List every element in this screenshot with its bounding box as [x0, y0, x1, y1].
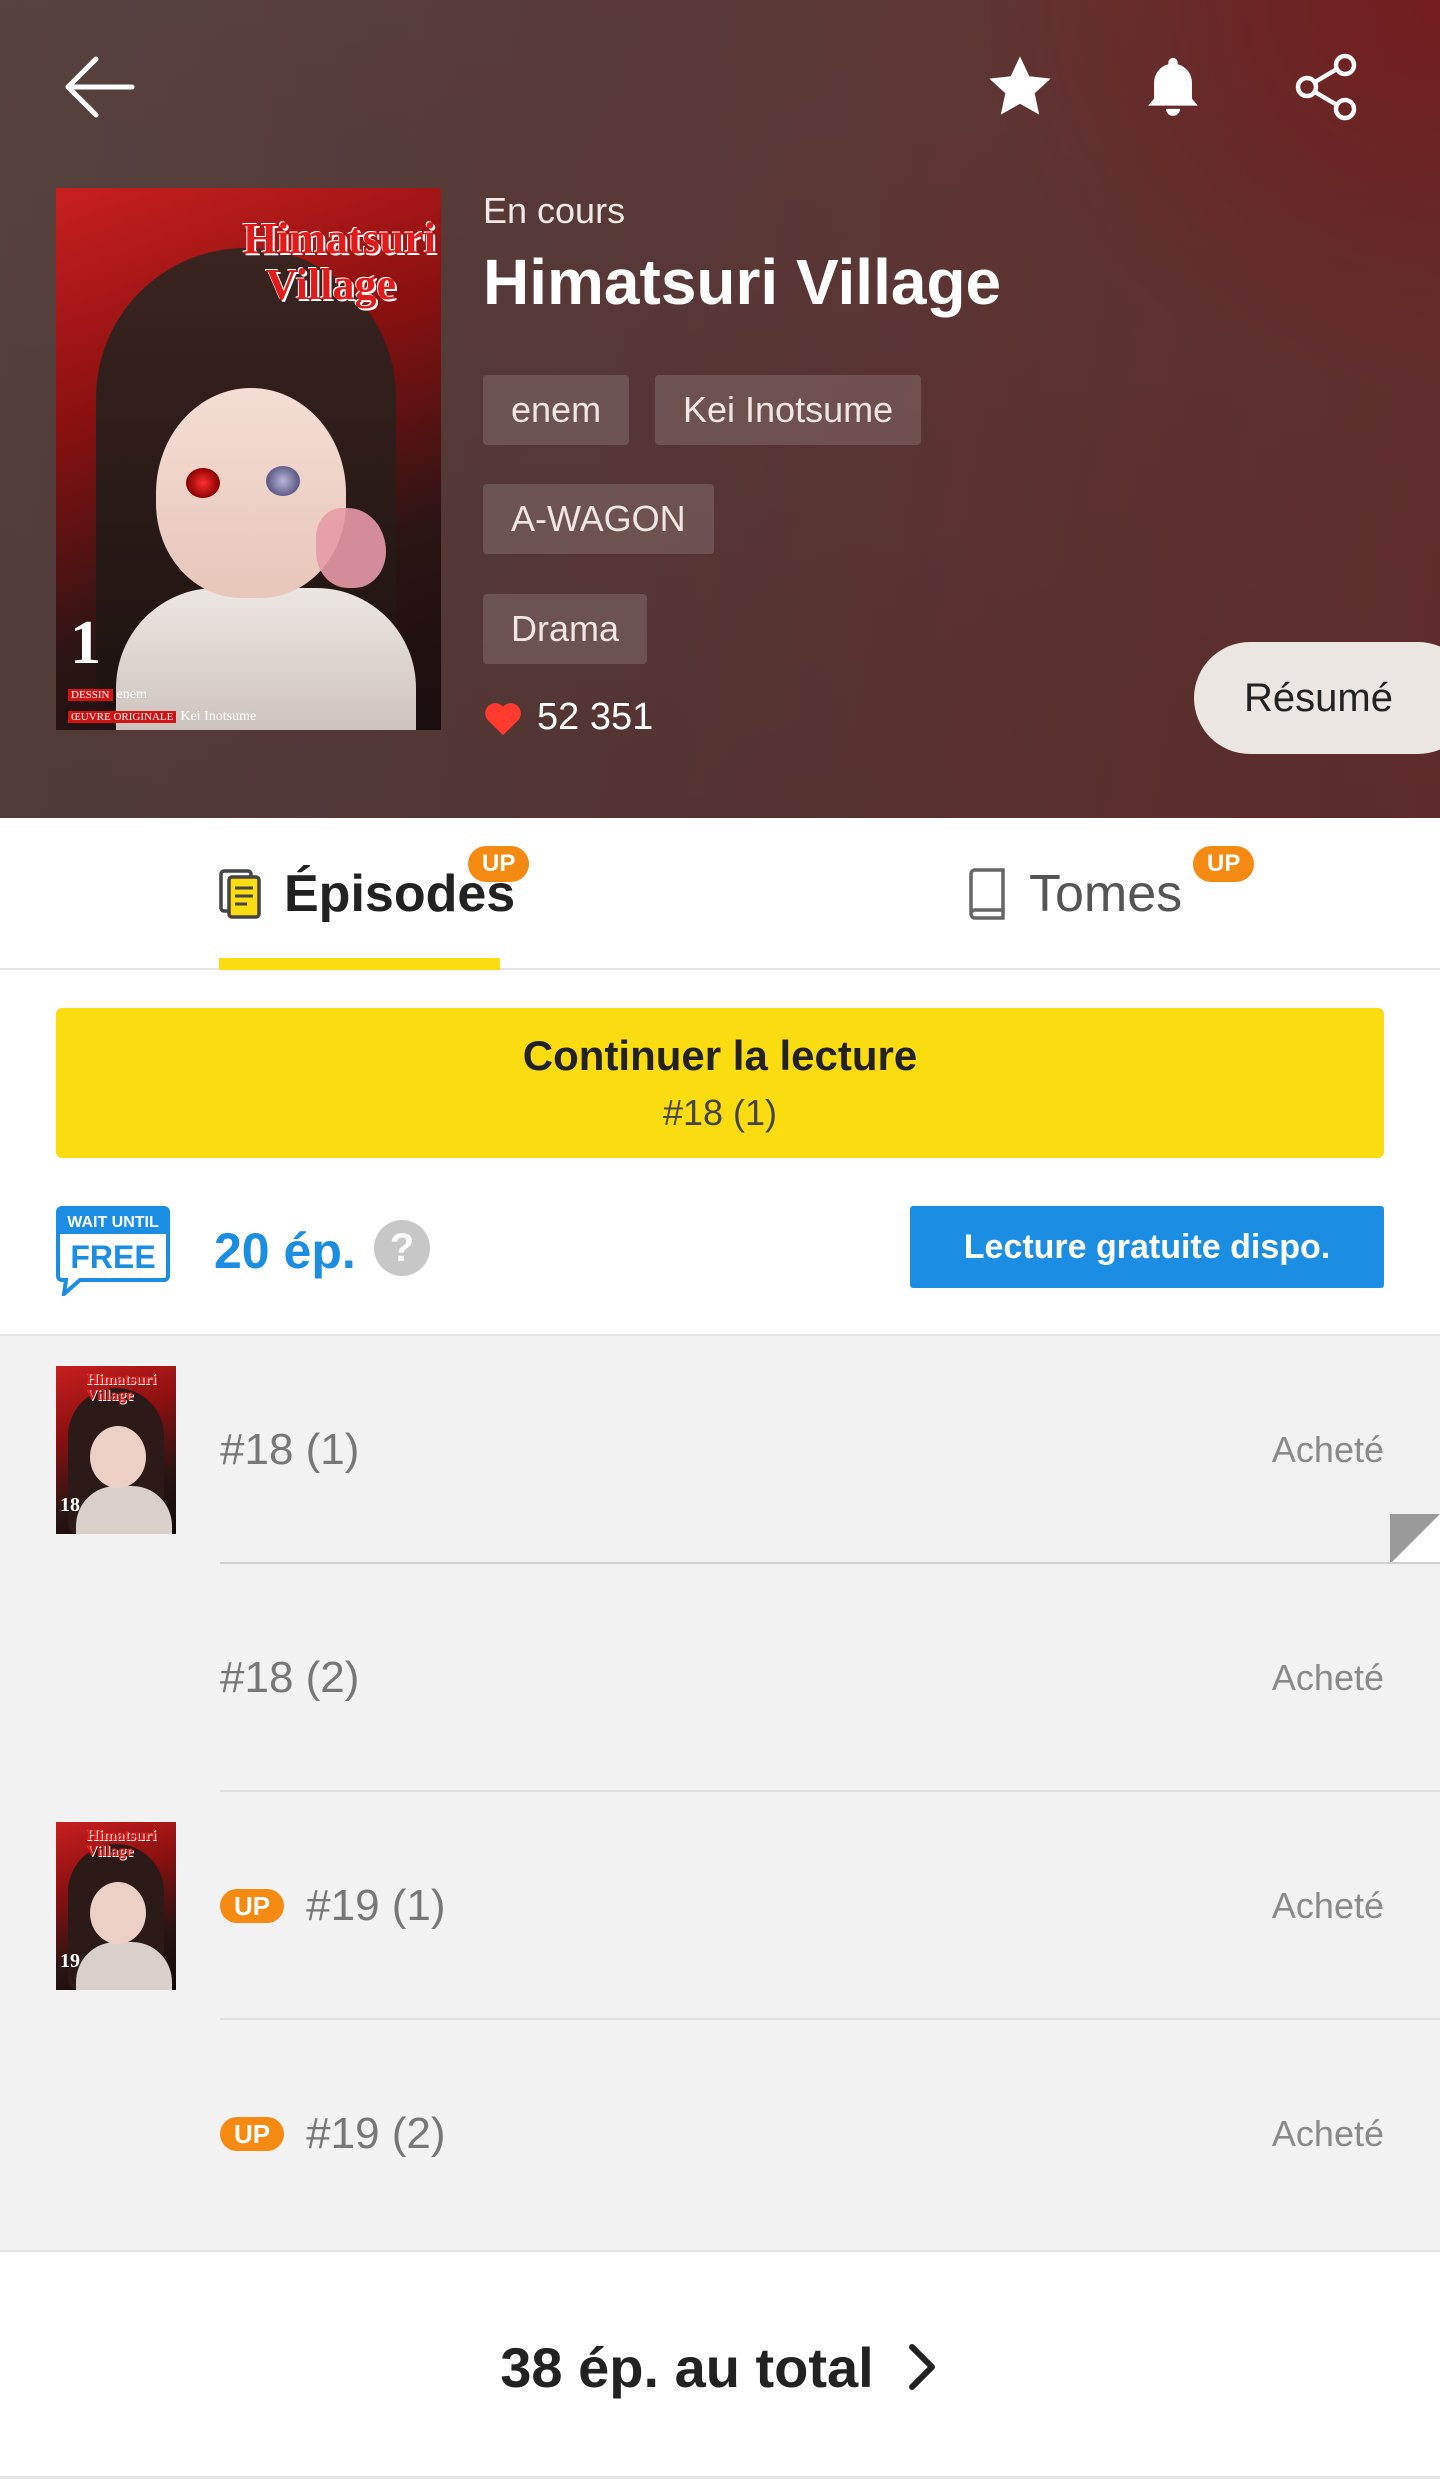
episode-title: UP #19 (2): [220, 2020, 446, 2248]
active-tab-indicator: [219, 958, 500, 970]
episode-status: Acheté: [1271, 2113, 1384, 2154]
tab-tomes[interactable]: Tomes UP: [965, 818, 1255, 970]
episode-title: #18 (2): [220, 1653, 360, 1702]
free-episodes-count: 20 ép.: [214, 1223, 356, 1279]
episode-status: Acheté: [1271, 1429, 1384, 1470]
document-icon: [219, 869, 261, 919]
chevron-right-icon: [908, 2344, 935, 2390]
series-title: Himatsuri Village: [483, 246, 1002, 318]
author-chip[interactable]: Kei Inotsume: [655, 375, 922, 445]
cover-title: Himatsuri Village: [242, 214, 436, 309]
all-episodes-link[interactable]: 38 ép. au total: [0, 2250, 1440, 2482]
up-badge: UP: [220, 1889, 285, 1923]
episode-thumbnail: Himatsuri Village 18: [56, 1366, 176, 1534]
notification-button[interactable]: [1128, 42, 1218, 132]
svg-text:WAIT UNTIL: WAIT UNTIL: [67, 1214, 159, 1231]
episode-title: UP #19 (1): [220, 1792, 446, 2020]
share-icon: [1295, 53, 1357, 121]
episode-title: #18 (1): [220, 1425, 360, 1474]
cover-credits: DESSIN enem ŒUVRE ORIGINALE Kei Inotsume: [68, 684, 256, 728]
episode-status: Acheté: [1271, 1657, 1384, 1698]
author-chip[interactable]: enem: [483, 375, 630, 445]
continue-reading-label: Continuer la lecture: [522, 1032, 918, 1079]
heart-icon: [485, 702, 521, 735]
episode-list: Himatsuri Village 18 #18 (1) Acheté #18 (…: [0, 1336, 1440, 2250]
share-button[interactable]: [1282, 42, 1372, 132]
continue-reading-episode: #18 (1): [662, 1092, 778, 1133]
list-item[interactable]: UP #19 (2) Acheté: [0, 2020, 1440, 2248]
series-header: Himatsuri Village 1 DESSIN enem ŒUVRE ORI…: [0, 0, 1440, 818]
star-icon: [989, 56, 1051, 115]
likes-count: 52 351: [483, 696, 653, 739]
up-badge: UP: [220, 2117, 285, 2151]
cover-image: Himatsuri Village 1 DESSIN enem ŒUVRE ORI…: [56, 188, 441, 730]
book-icon: [969, 868, 1005, 920]
genre-chip[interactable]: Drama: [483, 594, 648, 664]
favorite-button[interactable]: [975, 42, 1065, 132]
episode-thumbnail: Himatsuri Village 19: [56, 1822, 176, 1990]
publisher-chip[interactable]: A-WAGON: [483, 484, 714, 554]
episode-status: Acheté: [1271, 1885, 1384, 1926]
summary-button[interactable]: Résumé: [1194, 642, 1440, 754]
free-reading-button[interactable]: Lecture gratuite dispo.: [910, 1206, 1384, 1288]
series-status: En cours: [483, 190, 626, 231]
total-episodes-label: 38 ép. au total: [500, 2335, 874, 2399]
bell-icon: [1148, 57, 1198, 116]
help-icon[interactable]: ?: [374, 1220, 430, 1276]
list-item[interactable]: Himatsuri Village 19 UP #19 (1) Acheté: [0, 1792, 1440, 2020]
up-badge: UP: [1193, 846, 1255, 882]
page-fold-icon: [1390, 1514, 1440, 1564]
wait-until-free-bar: WAIT UNTIL FREE 20 ép. ? Lecture gratuit…: [0, 1158, 1440, 1336]
back-arrow-icon: [65, 56, 135, 118]
up-badge: UP: [468, 846, 530, 882]
svg-text:FREE: FREE: [70, 1239, 155, 1275]
list-item[interactable]: Himatsuri Village 18 #18 (1) Acheté: [0, 1336, 1440, 1564]
continue-reading-button[interactable]: Continuer la lecture #18 (1): [56, 1008, 1384, 1158]
list-item[interactable]: #18 (2) Acheté: [0, 1564, 1440, 1792]
cover-volume-number: 1: [70, 609, 101, 677]
tab-episodes[interactable]: Épisodes UP: [218, 818, 530, 970]
wait-until-free-icon: WAIT UNTIL FREE: [56, 1206, 170, 1296]
bottom-divider: [0, 2476, 1440, 2479]
back-button[interactable]: [55, 42, 145, 132]
content-tabs: Épisodes UP Tomes UP: [0, 818, 1440, 970]
